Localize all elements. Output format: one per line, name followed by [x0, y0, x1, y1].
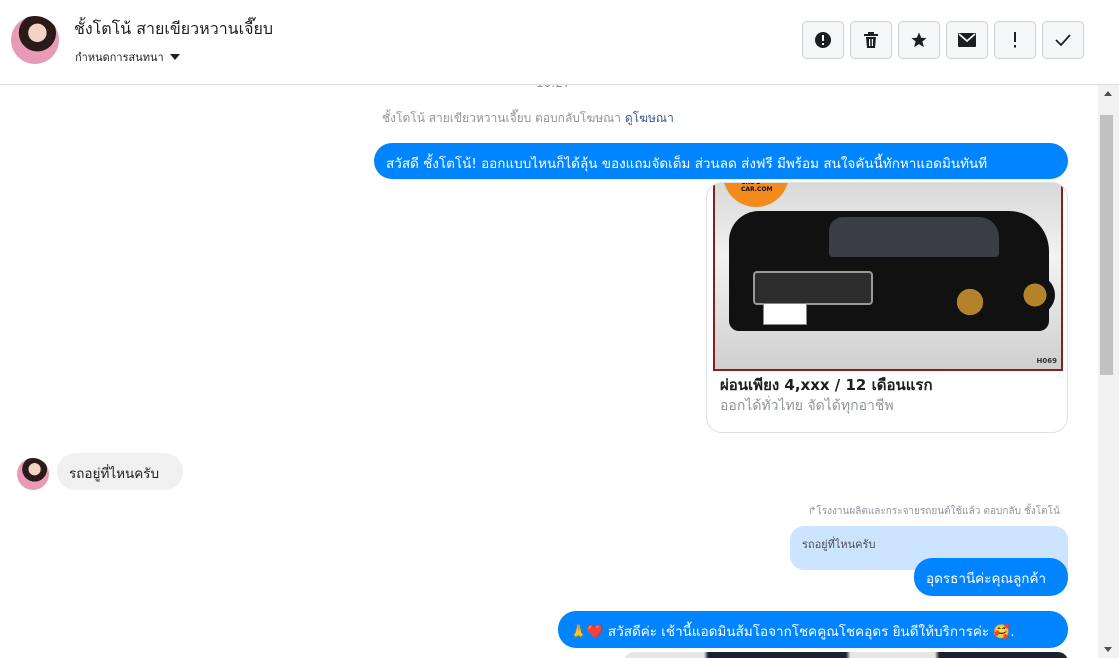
star-button[interactable] — [898, 21, 940, 59]
car-grille — [753, 271, 873, 305]
contact-name[interactable]: ชั้งโตโน้ สายเขียวหวานเจี๊ยบ — [74, 17, 273, 42]
trash-icon — [864, 32, 878, 48]
reply-context-label: ↱โรงงานผลิตและกระจายรถยนต์ใช้แล้ว ตอบกลั… — [808, 504, 1060, 519]
outgoing-message[interactable]: สวัสดี ชั้งโตโน้! ออกแบบไหนก็ได้ลุ้น ของ… — [374, 143, 1068, 179]
car-wheel — [1015, 275, 1055, 315]
ad-card-subtitle: ออกได้ทั่วไทย จัดได้ทุกอาชีพ — [720, 398, 894, 414]
dealer-logo-text: CKC 2 CAR.COM — [741, 182, 773, 193]
delete-button[interactable] — [850, 21, 892, 59]
license-plate — [763, 303, 807, 325]
outgoing-message[interactable]: อุดรธานีค่ะคุณลูกค้า — [914, 558, 1068, 596]
ad-card-image[interactable]: CKC 2 CAR.COM H069 — [713, 183, 1063, 371]
ad-reply-notice: ชั้งโตโน้ สายเขียวหวานเจี๊ยบ ตอบกลับโฆษณ… — [382, 109, 674, 128]
envelope-icon — [958, 33, 976, 47]
toolbar — [802, 21, 1084, 59]
scrollbar-thumb[interactable] — [1100, 115, 1113, 375]
conversation-header: ชั้งโตโน้ สายเขียวหวานเจี๊ยบ กำหนดการสนท… — [0, 0, 1119, 85]
outgoing-message[interactable]: 🙏❤️ สวัสดีค่ะ เช้านี้แอดมินส้มโอจากโชคคู… — [558, 611, 1068, 648]
report-button[interactable] — [802, 21, 844, 59]
caret-down-icon — [169, 54, 180, 60]
assign-conversation-dropdown[interactable]: กำหนดการสนทนา — [75, 48, 180, 66]
outgoing-image-preview[interactable] — [624, 652, 1068, 658]
scroll-up-arrow-icon[interactable] — [1104, 91, 1112, 96]
view-ad-link[interactable]: ดูโฆษณา — [625, 111, 674, 125]
contact-avatar[interactable] — [11, 16, 59, 64]
exclamation-icon — [1014, 32, 1016, 48]
incoming-message[interactable]: รถอยู่ที่ไหนครับ — [57, 453, 183, 490]
check-icon — [1055, 34, 1071, 47]
image-code: H069 — [1036, 357, 1057, 365]
car-window — [829, 217, 999, 257]
reply-context-text: โรงงานผลิตและกระจายรถยนต์ใช้แล้ว ตอบกลับ… — [816, 506, 1060, 517]
scroll-down-arrow-icon[interactable] — [1104, 647, 1112, 652]
important-button[interactable] — [994, 21, 1036, 59]
ad-reply-text: ชั้งโตโน้ สายเขียวหวานเจี๊ยบ ตอบกลับโฆษณ… — [382, 111, 622, 125]
alert-circle-icon — [815, 32, 831, 48]
done-button[interactable] — [1042, 21, 1084, 59]
ad-card-title: ผ่อนเพียง 4,xxx / 12 เดือนแรก — [720, 376, 933, 394]
car-wheel — [947, 279, 993, 325]
dealer-logo: CKC 2 CAR.COM — [723, 182, 789, 207]
scrollbar[interactable] — [1098, 85, 1119, 658]
ad-card[interactable]: CKC 2 CAR.COM H069 ผ่อนเพียง 4,xxx / 12 … — [706, 182, 1068, 433]
star-icon — [911, 32, 927, 48]
assign-conversation-label: กำหนดการสนทนา — [75, 51, 164, 64]
mark-unread-button[interactable] — [946, 21, 988, 59]
contact-avatar-small[interactable] — [17, 458, 49, 490]
